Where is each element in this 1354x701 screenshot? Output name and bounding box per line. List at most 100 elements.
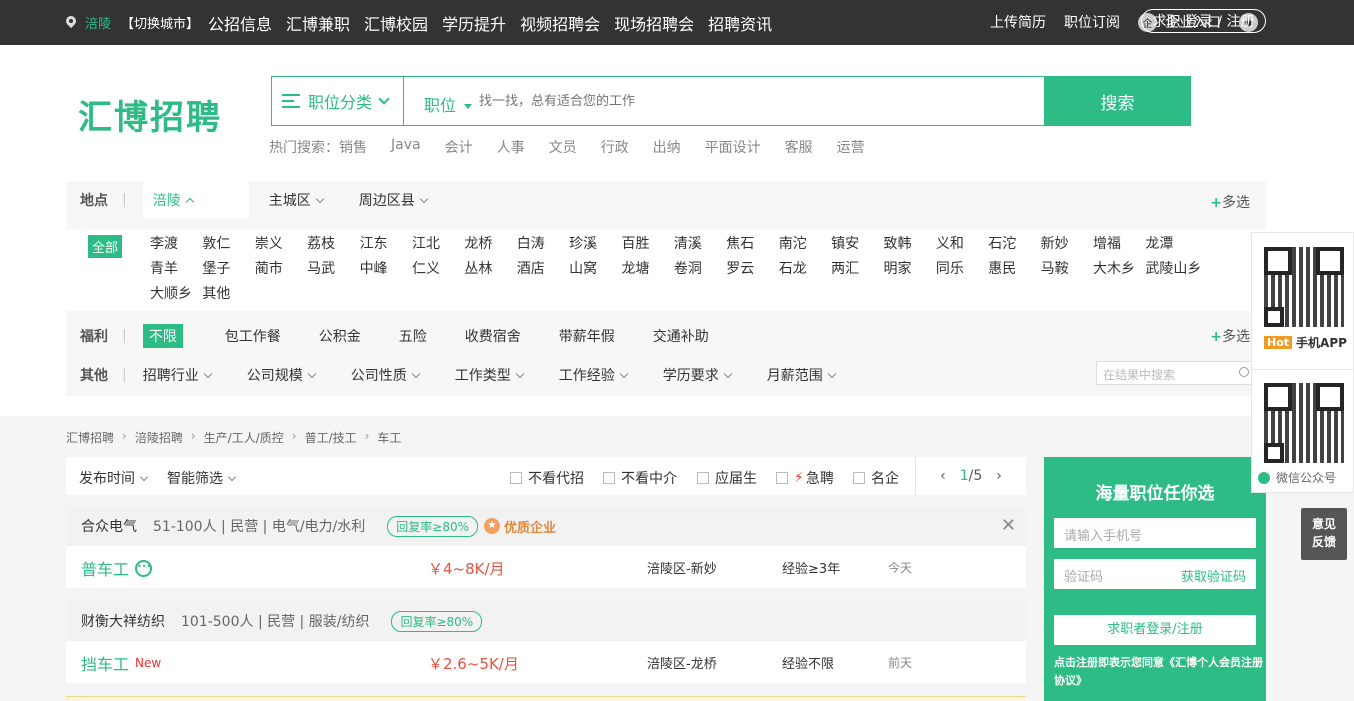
job-category-dropdown[interactable]: 职位分类 <box>272 77 404 125</box>
company-size-dropdown[interactable]: 公司规模 <box>247 365 315 385</box>
area-option[interactable]: 仁义 <box>412 258 464 283</box>
get-code-button[interactable]: 获取验证码 <box>1181 566 1246 585</box>
company-name[interactable]: 财衡大祥纺织 <box>81 611 165 631</box>
area-option[interactable]: 义和 <box>936 233 988 258</box>
checkbox-famous-company[interactable]: 名企 <box>853 468 899 488</box>
feedback-button[interactable]: 意见 反馈 <box>1301 508 1347 560</box>
welfare-option[interactable]: 收费宿舍 <box>465 326 521 346</box>
area-option[interactable]: 惠民 <box>988 258 1040 283</box>
hot-search-item[interactable]: 销售 <box>339 137 367 157</box>
nav-item[interactable]: 学历提升 <box>442 11 506 35</box>
welfare-option[interactable]: 交通补助 <box>653 326 709 346</box>
area-option[interactable]: 珍溪 <box>569 233 621 258</box>
area-option[interactable]: 大顺乡 <box>150 283 202 308</box>
welfare-option[interactable]: 公积金 <box>319 326 361 346</box>
area-option[interactable]: 江东 <box>360 233 412 258</box>
job-card[interactable]: 合众电气 51-100人 | 民营 | 电气/电力/水利 回复率≥80% ★ 优质… <box>66 506 1026 588</box>
area-option[interactable]: 罗云 <box>726 258 778 283</box>
hot-search-item[interactable]: Java <box>391 137 421 157</box>
prev-page-icon[interactable]: ‹ <box>940 468 946 484</box>
hot-search-item[interactable]: 会计 <box>445 137 473 157</box>
area-option[interactable]: 李渡 <box>150 233 202 258</box>
salary-range-dropdown[interactable]: 月薪范围 <box>767 365 835 385</box>
area-option[interactable]: 其他 <box>202 283 254 308</box>
area-option[interactable]: 南沱 <box>779 233 831 258</box>
area-option[interactable]: 山窝 <box>569 258 621 283</box>
breadcrumb-item[interactable]: 生产/工人/质控 <box>204 429 284 446</box>
area-option[interactable]: 江北 <box>412 233 464 258</box>
job-title-wrap[interactable]: 普车工 ••• <box>81 556 153 580</box>
area-option[interactable]: 龙潭 <box>1145 233 1197 258</box>
job-type-dropdown[interactable]: 工作类型 <box>455 365 523 385</box>
area-option[interactable]: 蔺市 <box>255 258 307 283</box>
industry-dropdown[interactable]: 招聘行业 <box>143 365 211 385</box>
hot-search-item[interactable]: 行政 <box>601 137 629 157</box>
breadcrumb-item[interactable]: 汇博招聘 <box>66 429 114 446</box>
job-seeker-login-button[interactable]: 求职者登录/注册 <box>1054 615 1256 645</box>
company-type-dropdown[interactable]: 公司性质 <box>351 365 419 385</box>
search-in-results-input[interactable]: 在结果中搜索 <box>1096 361 1256 385</box>
search-icon[interactable] <box>1239 367 1249 377</box>
hot-search-item[interactable]: 出纳 <box>653 137 681 157</box>
job-title[interactable]: 普车工 <box>81 556 129 580</box>
hot-search-item[interactable]: 平面设计 <box>705 137 761 157</box>
area-option[interactable]: 马鞍 <box>1041 258 1093 283</box>
code-input[interactable]: 验证码 获取验证码 <box>1054 559 1256 589</box>
area-option[interactable]: 崇义 <box>255 233 307 258</box>
welfare-option[interactable]: 五险 <box>399 326 427 346</box>
area-option[interactable]: 堡子 <box>202 258 254 283</box>
area-option[interactable]: 新妙 <box>1041 233 1093 258</box>
location-tab-fuling[interactable]: 涪陵 <box>142 181 249 219</box>
area-option[interactable]: 青羊 <box>150 258 202 283</box>
area-option[interactable]: 中峰 <box>360 258 412 283</box>
switch-city-link[interactable]: 【切换城市】 <box>121 13 199 32</box>
job-title-wrap[interactable]: 挡车工 New <box>81 651 161 675</box>
wechat-label[interactable]: 微信公众号 <box>1258 469 1336 486</box>
job-card[interactable]: 财衡大祥纺织 101-500人 | 民营 | 服装/纺织 回复率≥80% 挡车工… <box>66 601 1026 683</box>
company-name[interactable]: 合众电气 <box>81 516 137 536</box>
agreement-text[interactable]: 点击注册即表示您同意《汇博个人会员注册协议》 <box>1054 654 1264 690</box>
area-option[interactable]: 马武 <box>307 258 359 283</box>
site-logo[interactable]: 汇博招聘 <box>78 90 222 139</box>
multi-select-welfare[interactable]: +多选 <box>1210 326 1250 346</box>
area-option[interactable]: 清溪 <box>674 233 726 258</box>
checkbox-graduate[interactable]: 应届生 <box>697 468 757 488</box>
area-option[interactable]: 同乐 <box>936 258 988 283</box>
area-option[interactable]: 石龙 <box>779 258 831 283</box>
experience-dropdown[interactable]: 工作经验 <box>559 365 627 385</box>
area-option[interactable]: 荔枝 <box>307 233 359 258</box>
area-option[interactable]: 致韩 <box>883 233 935 258</box>
chat-icon[interactable]: ••• <box>135 559 153 577</box>
login-register-button[interactable]: 求职 登录 / 注册 <box>1141 9 1266 33</box>
location-tab-main-city[interactable]: 主城区 <box>269 190 323 210</box>
nav-item[interactable]: 现场招聘会 <box>614 11 694 35</box>
checkbox-no-agent[interactable]: 不看代招 <box>510 468 584 488</box>
hot-search-item[interactable]: 运营 <box>837 137 865 157</box>
area-option[interactable]: 丛林 <box>464 258 516 283</box>
area-option[interactable]: 敦仁 <box>202 233 254 258</box>
nav-item[interactable]: 视频招聘会 <box>520 11 600 35</box>
current-city[interactable]: 涪陵 <box>85 13 111 32</box>
area-option[interactable]: 石沱 <box>988 233 1040 258</box>
location[interactable]: 涪陵 【切换城市】 <box>66 13 199 32</box>
phone-input[interactable]: 请输入手机号 <box>1054 518 1256 548</box>
area-all[interactable]: 全部 <box>88 235 123 258</box>
hot-search-item[interactable]: 人事 <box>497 137 525 157</box>
welfare-option-unlimited[interactable]: 不限 <box>142 324 183 348</box>
nav-item[interactable]: 招聘资讯 <box>708 11 772 35</box>
area-option[interactable]: 增福 <box>1093 233 1145 258</box>
search-input[interactable] <box>479 91 1029 111</box>
nav-item[interactable]: 公招信息 <box>208 11 272 35</box>
area-option[interactable]: 卷洞 <box>674 258 726 283</box>
search-button[interactable]: 搜索 <box>1044 76 1191 126</box>
welfare-option[interactable]: 包工作餐 <box>225 326 281 346</box>
checkbox-no-intermediary[interactable]: 不看中介 <box>603 468 677 488</box>
area-option[interactable]: 镇安 <box>831 233 883 258</box>
smart-filter-dropdown[interactable]: 智能筛选 <box>167 468 235 488</box>
education-dropdown[interactable]: 学历要求 <box>663 365 731 385</box>
breadcrumb-item[interactable]: 涪陵招聘 <box>135 429 183 446</box>
breadcrumb-item[interactable]: 普工/技工 <box>305 429 357 446</box>
area-option[interactable]: 明家 <box>883 258 935 283</box>
area-option[interactable]: 两汇 <box>831 258 883 283</box>
checkbox-urgent[interactable]: ⚡ 急聘 <box>776 468 834 488</box>
